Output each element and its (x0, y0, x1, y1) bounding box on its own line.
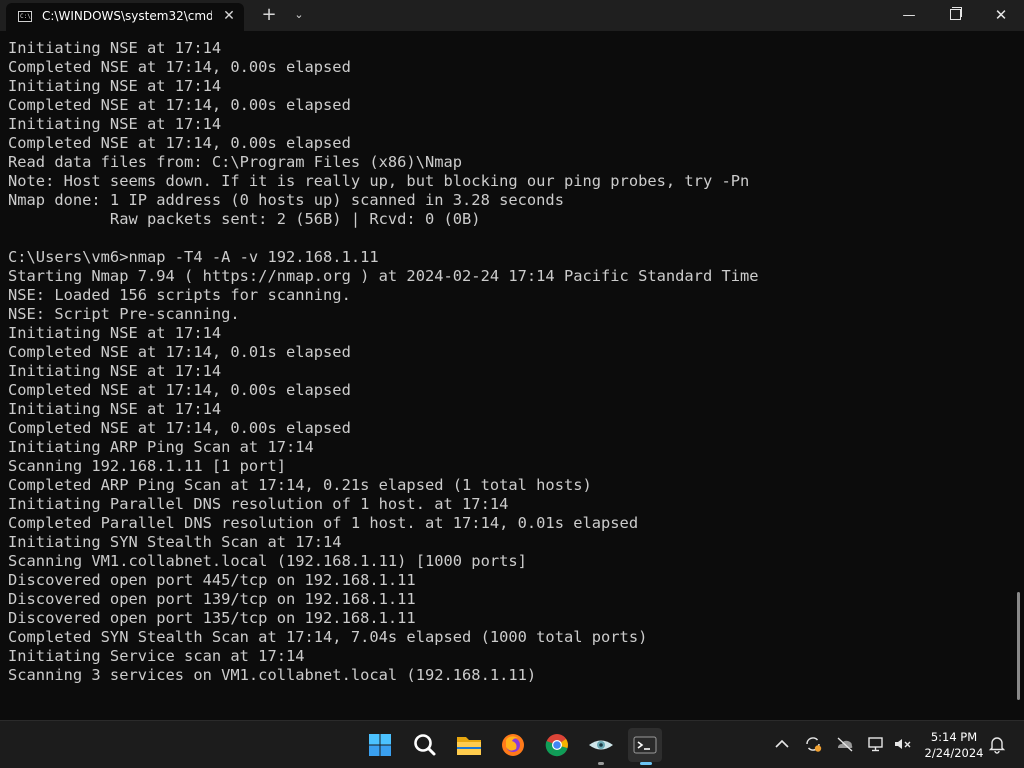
console-output[interactable]: Initiating NSE at 17:14 Completed NSE at … (8, 39, 1013, 709)
terminal-button[interactable] (628, 728, 662, 765)
console-line: Discovered open port 139/tcp on 192.168.… (8, 590, 416, 608)
console-line: Read data files from: C:\Program Files (… (8, 153, 463, 171)
console-line: NSE: Loaded 156 scripts for scanning. (8, 286, 351, 304)
console-line: Completed NSE at 17:14, 0.00s elapsed (8, 419, 351, 437)
console-line: Scanning VM1.collabnet.local (192.168.1.… (8, 552, 527, 570)
console-line: Completed NSE at 17:14, 0.00s elapsed (8, 96, 351, 114)
restore-icon (949, 7, 962, 20)
notification-bell-icon[interactable] (987, 734, 1007, 754)
restore-button[interactable] (932, 0, 978, 31)
network-icon[interactable] (866, 734, 886, 754)
folder-icon (457, 737, 481, 755)
chevron-up-icon[interactable] (772, 734, 792, 754)
console-line: Initiating NSE at 17:14 (8, 115, 222, 133)
search-button[interactable] (407, 728, 441, 762)
tab-title: C:\WINDOWS\system32\cmd. (42, 9, 212, 23)
terminal-icon (633, 736, 657, 754)
volume-muted-icon[interactable] (892, 734, 912, 754)
taskbar: 5:14 PM 2/24/2024 (0, 720, 1024, 768)
chevron-down-icon[interactable]: ⌄ (288, 4, 310, 26)
console-line: Note: Host seems down. If it is really u… (8, 172, 750, 190)
sync-icon[interactable] (803, 734, 823, 754)
console-line: C:\Users\vm6>nmap -T4 -A -v 192.168.1.11 (8, 248, 379, 266)
console-line: Discovered open port 135/tcp on 192.168.… (8, 609, 416, 627)
console-line: Initiating Service scan at 17:14 (8, 647, 305, 665)
close-window-button[interactable]: ✕ (978, 0, 1024, 31)
clock-time: 5:14 PM (930, 730, 978, 744)
console-line: Scanning 192.168.1.11 [1 port] (8, 457, 286, 475)
console-line: Completed SYN Stealth Scan at 17:14, 7.0… (8, 628, 648, 646)
console-line: Initiating ARP Ping Scan at 17:14 (8, 438, 314, 456)
chrome-button[interactable] (540, 728, 574, 762)
tab-cmd[interactable]: C:\ C:\WINDOWS\system32\cmd. ✕ (6, 3, 244, 31)
cmd-icon: C:\ (18, 11, 32, 22)
close-tab-icon[interactable]: ✕ (220, 7, 238, 25)
console-line: Completed ARP Ping Scan at 17:14, 0.21s … (8, 476, 592, 494)
start-button[interactable] (363, 728, 397, 762)
system-clock[interactable]: 5:14 PM 2/24/2024 (918, 729, 990, 761)
console-line: Initiating NSE at 17:14 (8, 400, 222, 418)
terminal-window: C:\ C:\WINDOWS\system32\cmd. ✕ + ⌄ — ✕ I… (0, 0, 1024, 720)
windows-logo-icon (369, 734, 391, 756)
console-line: Discovered open port 445/tcp on 192.168.… (8, 571, 416, 589)
file-explorer-button[interactable] (452, 728, 486, 762)
console-line: Completed Parallel DNS resolution of 1 h… (8, 514, 639, 532)
console-line: Completed NSE at 17:14, 0.00s elapsed (8, 58, 351, 76)
console-line: Initiating NSE at 17:14 (8, 39, 222, 57)
scrollbar-thumb[interactable] (1017, 592, 1020, 700)
console-line: Initiating NSE at 17:14 (8, 77, 222, 95)
console-line: NSE: Script Pre-scanning. (8, 305, 240, 323)
running-indicator (598, 762, 604, 765)
firefox-button[interactable] (496, 728, 530, 762)
console-line: Completed NSE at 17:14, 0.00s elapsed (8, 134, 351, 152)
new-tab-button[interactable]: + (258, 4, 280, 26)
chrome-icon (545, 734, 568, 757)
console-line: Initiating SYN Stealth Scan at 17:14 (8, 533, 342, 551)
title-bar[interactable]: C:\ C:\WINDOWS\system32\cmd. ✕ + ⌄ — ✕ (0, 0, 1024, 31)
clock-date: 2/24/2024 (924, 746, 984, 760)
console-line: Nmap done: 1 IP address (0 hosts up) sca… (8, 191, 564, 209)
console-line: Raw packets sent: 2 (56B) | Rcvd: 0 (0B) (8, 210, 481, 228)
console-line: Initiating Parallel DNS resolution of 1 … (8, 495, 509, 513)
onedrive-icon[interactable] (835, 734, 855, 754)
search-icon (414, 734, 436, 756)
console-line: Scanning 3 services on VM1.collabnet.loc… (8, 666, 537, 684)
console-line: Completed NSE at 17:14, 0.00s elapsed (8, 381, 351, 399)
firefox-icon (502, 734, 524, 756)
minimize-button[interactable]: — (886, 0, 932, 31)
console-line: Completed NSE at 17:14, 0.01s elapsed (8, 343, 351, 361)
console-line: Initiating NSE at 17:14 (8, 362, 222, 380)
active-indicator (640, 762, 652, 765)
console-line: Initiating NSE at 17:14 (8, 324, 222, 342)
eye-icon (589, 740, 613, 750)
console-line: Starting Nmap 7.94 ( https://nmap.org ) … (8, 267, 759, 285)
eye-app-button[interactable] (584, 728, 618, 765)
